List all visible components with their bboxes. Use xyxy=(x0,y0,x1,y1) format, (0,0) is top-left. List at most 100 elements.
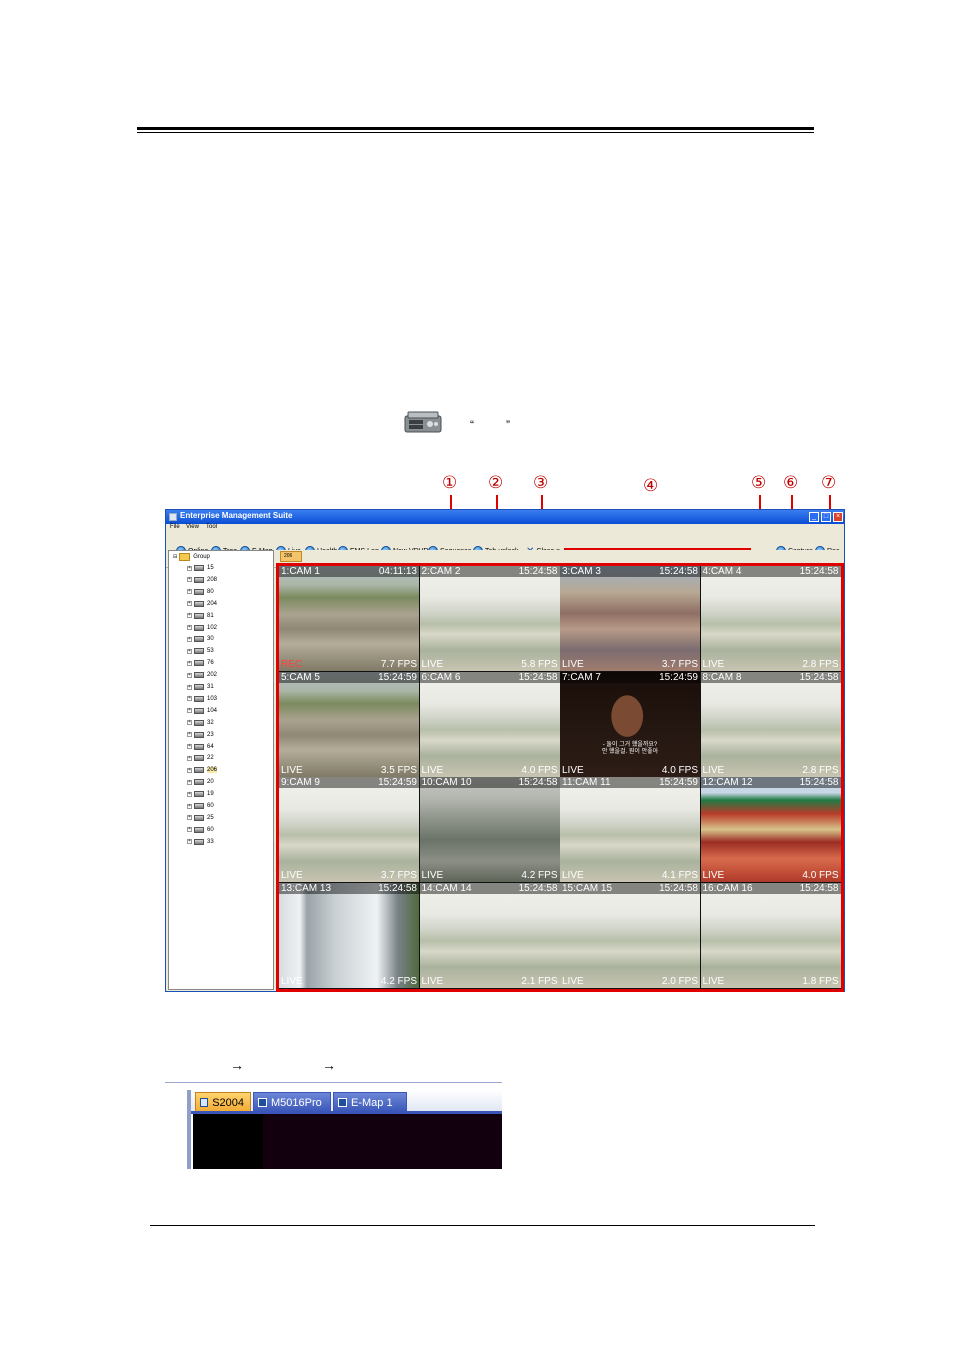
dvr-icon xyxy=(194,695,204,702)
expand-icon[interactable]: + xyxy=(187,660,192,666)
camera-tile[interactable]: 6:CAM 6 15:24:58 LIVE 4.0 FPS xyxy=(419,671,560,777)
tree-item[interactable]: +60 xyxy=(187,803,214,809)
tree-item[interactable]: +32 xyxy=(187,719,214,726)
expand-icon[interactable]: + xyxy=(187,577,192,583)
menu-tool[interactable]: Tool xyxy=(206,524,217,530)
tree-item-label: 15 xyxy=(207,565,214,571)
tree-item[interactable]: +31 xyxy=(187,684,214,690)
footer-rule xyxy=(150,1225,815,1226)
tree-item[interactable]: +33 xyxy=(187,838,214,845)
dvr-icon xyxy=(194,600,204,607)
tree-item[interactable]: +23 xyxy=(187,731,214,738)
camera-tile[interactable]: 14:CAM 14 15:24:58 LIVE 2.1 FPS xyxy=(419,882,560,988)
camera-tile[interactable]: 10:CAM 10 15:24:58 LIVE 4.2 FPS xyxy=(419,777,560,882)
menu-file[interactable]: File xyxy=(170,524,180,530)
callout-7: ⑦ xyxy=(821,473,837,493)
tree-item[interactable]: +204 xyxy=(187,600,217,607)
tree-item[interactable]: +81 xyxy=(187,612,214,619)
expand-icon[interactable]: + xyxy=(187,815,192,821)
tree-item-label: 33 xyxy=(207,838,214,845)
expand-icon[interactable]: + xyxy=(187,696,192,702)
camera-tile[interactable]: 2:CAM 2 15:24:58 LIVE 5.8 FPS xyxy=(419,566,560,671)
camera-tile[interactable]: 1:CAM 1 04:11:13 REC 7.7 FPS xyxy=(279,566,419,671)
camera-tile[interactable]: 8:CAM 8 15:24:58 LIVE 2.8 FPS xyxy=(700,671,841,777)
camera-time: 15:24:58 xyxy=(378,882,417,894)
expand-icon[interactable]: + xyxy=(187,803,192,809)
expand-icon[interactable]: + xyxy=(187,636,192,642)
expand-icon[interactable]: + xyxy=(187,601,192,607)
menu-view[interactable]: View xyxy=(186,524,199,530)
expand-icon[interactable]: + xyxy=(187,732,192,738)
tree-item[interactable]: +20 xyxy=(187,779,214,786)
camera-time: 15:24:58 xyxy=(518,671,558,683)
expand-icon[interactable]: + xyxy=(187,672,192,678)
tree-item-label: 25 xyxy=(207,814,214,821)
camera-tile[interactable]: 3:CAM 3 15:24:58 LIVE 3.7 FPS xyxy=(560,566,700,671)
tree-item[interactable]: +53 xyxy=(187,648,214,655)
dvr-icon xyxy=(194,612,204,619)
tree-item[interactable]: +15 xyxy=(187,565,214,571)
expand-icon[interactable]: + xyxy=(187,744,192,749)
camera-tile[interactable]: 5:CAM 5 15:24:59 LIVE 3.5 FPS xyxy=(279,671,419,777)
title-bar[interactable]: Enterprise Management Suite _ □ × xyxy=(166,510,844,524)
minimize-button[interactable]: _ xyxy=(809,512,819,522)
dvr-icon xyxy=(194,636,204,643)
tree-item[interactable]: +22 xyxy=(187,755,214,762)
camera-tile[interactable]: 12:CAM 12 15:24:58 LIVE 4.0 FPS xyxy=(700,777,841,882)
camera-tile[interactable]: 15:CAM 15 15:24:58 LIVE 2.0 FPS xyxy=(560,882,700,988)
expand-icon[interactable]: + xyxy=(187,589,192,595)
tab-m5016pro[interactable]: M5016Pro xyxy=(253,1092,331,1112)
arrow-2: → xyxy=(322,1057,336,1073)
expand-icon[interactable]: + xyxy=(187,827,192,833)
expand-icon[interactable]: + xyxy=(187,625,192,630)
tab-206[interactable]: 206 xyxy=(280,551,302,562)
tree-root[interactable]: ⊟ Group xyxy=(173,553,210,561)
tab-s2004[interactable]: S2004 xyxy=(195,1092,251,1112)
expand-icon[interactable]: + xyxy=(187,779,192,785)
collapse-icon[interactable]: ⊟ xyxy=(173,554,177,560)
tree-item[interactable]: +208 xyxy=(187,576,218,583)
expand-icon[interactable]: + xyxy=(187,613,192,619)
tree-item[interactable]: +64 xyxy=(187,743,214,750)
tree-item-label: 208 xyxy=(207,576,218,583)
camera-fps: 4.0 FPS xyxy=(661,764,698,776)
maximize-button[interactable]: □ xyxy=(821,512,831,522)
camera-tile[interactable]: 11:CAM 11 15:24:59 LIVE 4.1 FPS xyxy=(560,777,700,882)
tree-item[interactable]: +76 xyxy=(187,660,214,667)
camera-tile[interactable]: 13:CAM 13 15:24:58 LIVE 4.2 FPS xyxy=(279,882,419,988)
tree-item[interactable]: +206 xyxy=(187,767,218,774)
expand-icon[interactable]: + xyxy=(187,767,192,773)
camera-tile[interactable]: 16:CAM 16 15:24:58 LIVE 1.8 FPS xyxy=(700,882,841,988)
tree-item[interactable]: +30 xyxy=(187,636,214,643)
tree-item[interactable]: +202 xyxy=(187,672,217,679)
camera-fps: 4.1 FPS xyxy=(661,870,698,881)
tree-item[interactable]: +103 xyxy=(187,695,217,702)
camera-tile[interactable]: 9:CAM 9 15:24:59 LIVE 3.7 FPS xyxy=(279,777,419,882)
tree-item-label: 22 xyxy=(207,755,214,762)
tree-item[interactable]: +19 xyxy=(187,791,214,798)
expand-icon[interactable]: + xyxy=(187,708,192,714)
camera-tile[interactable]: 7:CAM 7 15:24:59 LIVE 4.0 FPS - 둘이 그거 했을까요? 안… xyxy=(560,671,700,777)
camera-fps: 4.2 FPS xyxy=(380,975,417,987)
tree-item[interactable]: +25 xyxy=(187,814,214,821)
expand-icon[interactable]: + xyxy=(187,791,192,797)
tab-emap-1[interactable]: E-Map 1 xyxy=(333,1092,407,1112)
tree-item[interactable]: +60 xyxy=(187,826,214,833)
tree-item[interactable]: +102 xyxy=(187,624,217,631)
expand-icon[interactable]: + xyxy=(187,684,192,690)
tree-item[interactable]: +80 xyxy=(187,588,214,595)
dvr-icon xyxy=(194,684,204,690)
camera-time: 15:24:58 xyxy=(659,882,698,894)
camera-tile[interactable]: 4:CAM 4 15:24:58 LIVE 2.8 FPS xyxy=(700,566,841,671)
camera-fps: 2.8 FPS xyxy=(802,659,839,670)
close-window-button[interactable]: × xyxy=(833,512,843,522)
expand-icon[interactable]: + xyxy=(187,565,192,571)
expand-icon[interactable]: + xyxy=(187,720,192,726)
tree-item-label: 31 xyxy=(207,684,214,690)
tree-item[interactable]: +104 xyxy=(187,707,217,714)
dvr-icon xyxy=(194,565,204,571)
expand-icon[interactable]: + xyxy=(187,648,192,654)
expand-icon[interactable]: + xyxy=(187,839,192,845)
expand-icon[interactable]: + xyxy=(187,755,192,761)
camera-name: 13:CAM 13 xyxy=(281,882,332,894)
